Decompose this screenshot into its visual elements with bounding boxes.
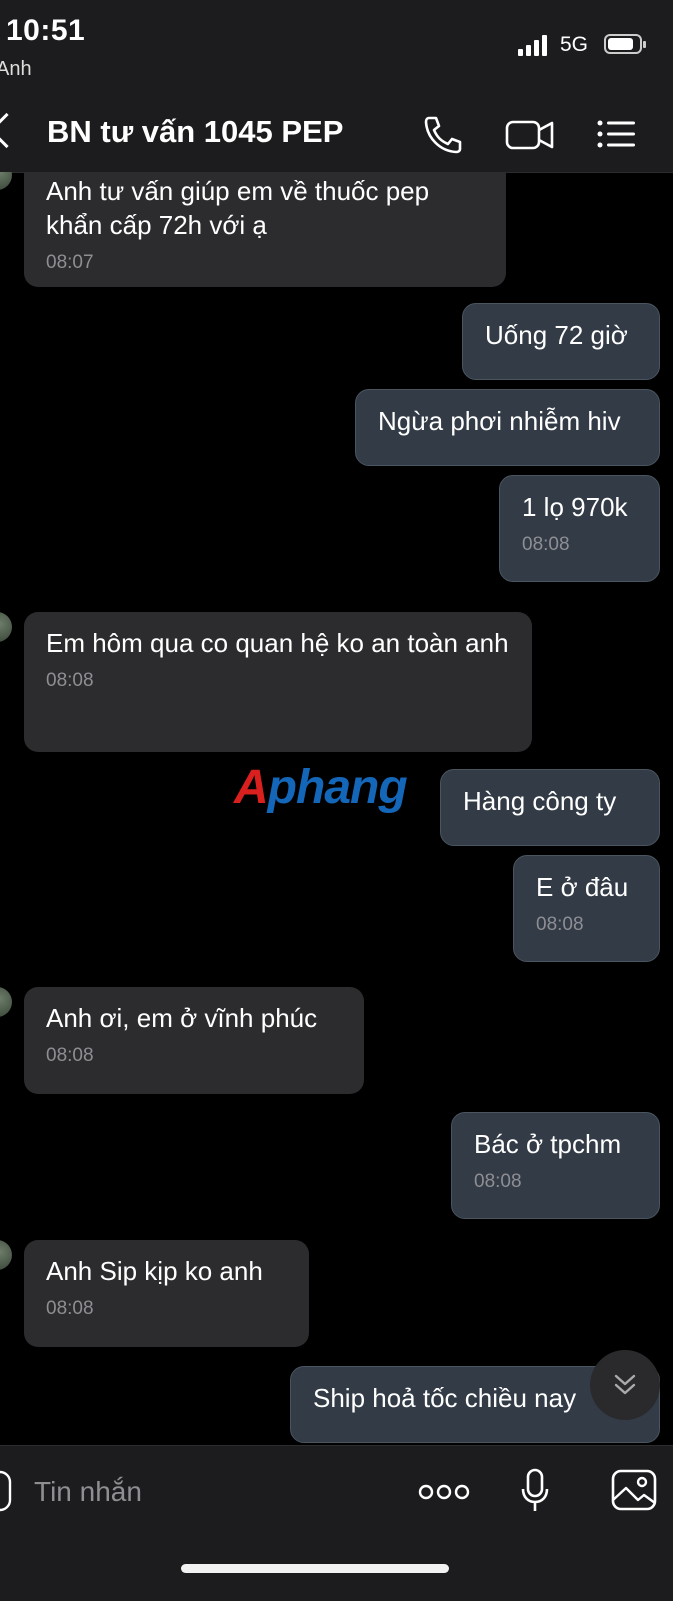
message-text: Em hôm qua co quan hệ ko an toàn anh [46,628,509,658]
battery-icon [604,34,646,54]
message-time: 08:08 [474,1171,522,1192]
network-type: 5G [560,33,589,56]
message-text: Bác ở tpchm [474,1129,622,1159]
avatar[interactable] [0,612,12,642]
message-bubble-outgoing[interactable]: 1 lọ 970k 08:08 [499,475,660,582]
avatar[interactable] [0,987,12,1017]
image-icon[interactable] [610,1468,658,1512]
message-input[interactable]: Tin nhắn [34,1476,142,1508]
message-bubble-incoming[interactable]: Anh Sip kịp ko anh 08:08 [24,1240,309,1347]
status-time: 10:51 [6,14,86,47]
message-bubble-outgoing[interactable]: Uống 72 giờ [462,303,660,380]
video-camera-icon[interactable] [505,112,555,156]
list-menu-icon[interactable] [594,112,638,156]
message-bubble-outgoing[interactable]: Hàng công ty [440,769,660,846]
message-text: 1 lọ 970k [522,492,628,522]
avatar[interactable] [0,172,12,190]
message-text: Uống 72 giờ [485,320,628,350]
message-bubble-incoming[interactable]: Anh ơi, em ở vĩnh phúc 08:08 [24,987,364,1094]
message-time: 08:07 [46,252,94,273]
scroll-down-button[interactable] [590,1350,660,1420]
emoji-icon[interactable] [0,1470,12,1514]
chevron-left-icon[interactable] [0,112,25,149]
status-carrier: Anh [0,58,32,80]
phone-icon[interactable] [420,112,464,156]
message-bubble-outgoing[interactable]: Bác ở tpchm 08:08 [451,1112,660,1219]
message-time: 08:08 [46,1045,94,1066]
avatar[interactable] [0,1240,12,1270]
chat-header: BN tư vấn 1045 PEP [0,100,673,173]
more-dots-icon[interactable] [418,1482,470,1502]
chevron-double-down-icon [614,1374,636,1395]
watermark-logo: Aphang [234,761,408,814]
message-text: E ở đâu [536,872,629,902]
message-text: Anh Sip kịp ko anh [46,1256,263,1286]
chat-title[interactable]: BN tư vấn 1045 PEP [47,114,343,150]
microphone-icon[interactable] [519,1468,551,1514]
home-indicator [181,1564,449,1573]
message-text: Anh tư vấn giúp em về thuốc pep khẩn cấp… [46,176,430,240]
message-bubble-outgoing[interactable]: E ở đâu 08:08 [513,855,660,962]
message-bubble-outgoing[interactable]: Ngừa phơi nhiễm hiv [355,389,660,466]
message-text: Hàng công ty [463,786,617,816]
message-text: Ship hoả tốc chiều nay [313,1383,577,1413]
composer-bar: Tin nhắn [0,1445,673,1601]
status-bar: 10:51 Anh 5G [0,0,673,100]
message-text: Anh ơi, em ở vĩnh phúc [46,1003,318,1033]
message-bubble-incoming[interactable]: Em hôm qua co quan hệ ko an toàn anh 08:… [24,612,532,752]
message-list[interactable]: Anh tư vấn giúp em về thuốc pep khẩn cấp… [0,172,673,1445]
message-time: 08:08 [46,1298,94,1319]
message-time: 08:08 [536,914,584,935]
message-bubble-incoming[interactable]: Anh tư vấn giúp em về thuốc pep khẩn cấp… [24,172,506,287]
message-time: 08:08 [46,670,94,691]
signal-icon [518,34,548,56]
message-time: 08:08 [522,534,570,555]
message-text: Ngừa phơi nhiễm hiv [378,406,621,436]
